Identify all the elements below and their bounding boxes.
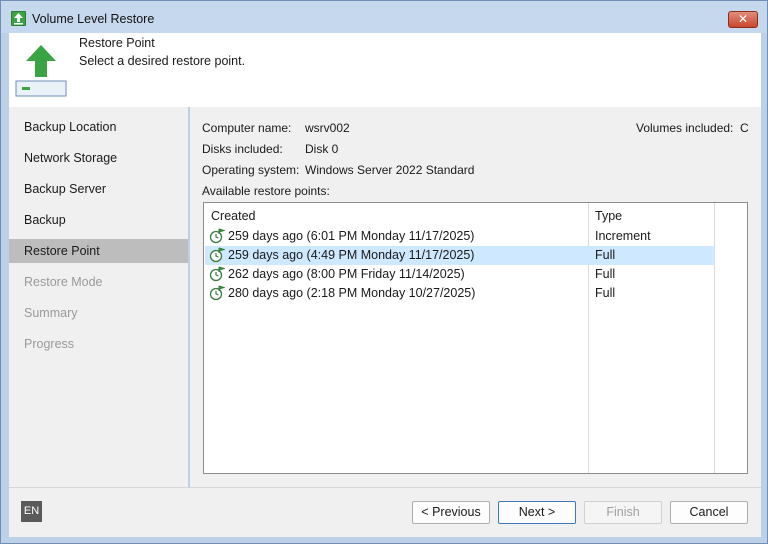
sidebar-item-backup-server[interactable]: Backup Server — [9, 177, 188, 201]
language-indicator[interactable]: EN — [21, 501, 42, 522]
sidebar-item-backup-location[interactable]: Backup Location — [9, 115, 188, 139]
wizard-header: Restore Point Select a desired restore p… — [9, 33, 761, 107]
sidebar-item-network-storage[interactable]: Network Storage — [9, 146, 188, 170]
restore-points-list[interactable]: Created Type 259 days ago (6:01 PM Monda… — [203, 202, 748, 474]
restore-point-created: 280 days ago (2:18 PM Monday 10/27/2025) — [228, 286, 476, 300]
wizard-footer: EN < Previous Next > Finish Cancel — [9, 487, 761, 537]
disks-included-label: Disks included: — [202, 142, 283, 156]
restore-point-clock-icon — [209, 285, 225, 301]
title-bar: Volume Level Restore ✕ — [1, 1, 767, 33]
restore-point-panel: Computer name: wsrv002 Disks included: D… — [190, 107, 761, 487]
restore-point-clock-icon — [209, 228, 225, 244]
sidebar-item-restore-mode: Restore Mode — [24, 275, 103, 289]
restore-point-created: 262 days ago (8:00 PM Friday 11/14/2025) — [228, 267, 465, 281]
wizard-steps-sidebar: Backup Location Network Storage Backup S… — [9, 107, 188, 487]
restore-point-row[interactable]: 280 days ago (2:18 PM Monday 10/27/2025)… — [205, 284, 715, 303]
restore-point-type: Full — [595, 267, 616, 281]
computer-name-label: Computer name: — [202, 121, 292, 135]
restore-point-type: Full — [595, 286, 616, 300]
disks-included-value: Disk 0 — [305, 142, 339, 156]
restore-point-type: Full — [595, 248, 616, 262]
restore-point-created: 259 days ago (6:01 PM Monday 11/17/2025) — [228, 229, 475, 243]
volumes-included-label: Volumes included: — [636, 121, 734, 135]
restore-point-created: 259 days ago (4:49 PM Monday 11/17/2025) — [228, 248, 475, 262]
window-title: Volume Level Restore — [32, 12, 155, 26]
sidebar-item-restore-point[interactable]: Restore Point — [9, 239, 188, 263]
volumes-included-value: C — [740, 121, 749, 135]
sidebar-item-summary: Summary — [24, 306, 78, 320]
operating-system-value: Windows Server 2022 Standard — [305, 163, 475, 177]
next-button[interactable]: Next > — [498, 501, 576, 524]
upload-arrow-icon — [15, 45, 67, 97]
operating-system-label: Operating system: — [202, 163, 300, 177]
restore-point-type: Increment — [595, 229, 651, 243]
column-header-created[interactable]: Created — [211, 209, 255, 223]
restore-point-row[interactable]: 259 days ago (6:01 PM Monday 11/17/2025)… — [205, 227, 715, 246]
restore-point-row[interactable]: 262 days ago (8:00 PM Friday 11/14/2025)… — [205, 265, 715, 284]
computer-name-value: wsrv002 — [305, 121, 350, 135]
restore-point-clock-icon — [209, 266, 225, 282]
restore-points-caption: Available restore points: — [202, 184, 330, 198]
sidebar-item-progress: Progress — [24, 337, 75, 351]
cancel-button[interactable]: Cancel — [670, 501, 748, 524]
close-button[interactable]: ✕ — [728, 11, 758, 28]
previous-button[interactable]: < Previous — [412, 501, 490, 524]
column-header-type[interactable]: Type — [595, 209, 622, 223]
finish-button: Finish — [584, 501, 662, 524]
restore-point-clock-icon — [209, 247, 225, 263]
restore-point-row-selected[interactable]: 259 days ago (4:49 PM Monday 11/17/2025)… — [205, 246, 715, 265]
sidebar-item-backup[interactable]: Backup — [9, 208, 188, 232]
volume-level-restore-window: Volume Level Restore ✕ Restore Point Sel… — [0, 0, 768, 544]
step-description: Select a desired restore point. — [79, 54, 246, 68]
restore-arrow-icon — [11, 11, 26, 26]
step-title: Restore Point — [79, 36, 155, 50]
